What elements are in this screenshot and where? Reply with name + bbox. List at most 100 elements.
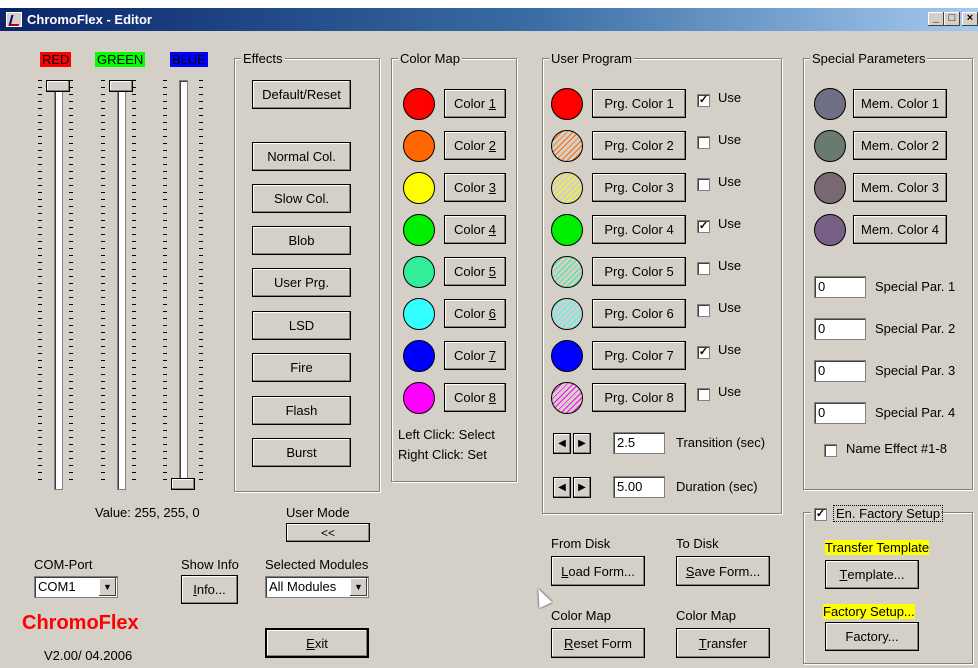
prg-color-button-8[interactable]: Prg. Color 8 xyxy=(592,383,686,412)
use-checkbox-3[interactable] xyxy=(697,178,710,191)
color-map-swatch[interactable] xyxy=(403,340,435,372)
prg-color-swatch[interactable] xyxy=(551,130,583,162)
reset-form-text: eset Form xyxy=(573,635,632,651)
burst-button[interactable]: Burst xyxy=(252,438,351,467)
lsd-button[interactable]: LSD xyxy=(252,311,351,340)
prg-color-button-6[interactable]: Prg. Color 6 xyxy=(592,299,686,328)
transfer-button[interactable]: Transfer xyxy=(676,628,770,658)
minimize-button[interactable]: _ xyxy=(928,12,944,26)
duration-increase-button[interactable]: ▶ xyxy=(573,477,591,498)
special-par-label: Special Par. 2 xyxy=(875,321,956,336)
use-checkbox-4[interactable]: ✓ xyxy=(697,220,710,233)
red-slider-thumb[interactable] xyxy=(46,80,70,92)
factory-button[interactable]: Factory... xyxy=(825,622,919,651)
color-map-button-4[interactable]: Color 4 xyxy=(444,215,506,244)
slow-col-button[interactable]: Slow Col. xyxy=(252,184,351,213)
color-map-button-6[interactable]: Color 6 xyxy=(444,299,506,328)
mem-color-button-3[interactable]: Mem. Color 3 xyxy=(853,173,947,202)
use-checkbox-8[interactable] xyxy=(697,388,710,401)
blue-slider-thumb[interactable] xyxy=(171,478,195,490)
mem-color-swatch[interactable] xyxy=(814,88,846,120)
special-par-input-3[interactable]: 0 xyxy=(814,360,866,382)
duration-input[interactable]: 5.00 xyxy=(613,476,665,498)
mem-color-swatch[interactable] xyxy=(814,130,846,162)
color-button-text: Color xyxy=(454,348,489,363)
color-map-button-7[interactable]: Color 7 xyxy=(444,341,506,370)
use-checkbox-2[interactable] xyxy=(697,136,710,149)
exit-button[interactable]: Exit xyxy=(265,628,369,658)
color-map-swatch[interactable] xyxy=(403,256,435,288)
transition-increase-button[interactable]: ▶ xyxy=(573,433,591,454)
mem-color-button-4[interactable]: Mem. Color 4 xyxy=(853,215,947,244)
color-map-swatch[interactable] xyxy=(403,382,435,414)
use-label: Use xyxy=(718,342,742,357)
user-mode-button[interactable]: << xyxy=(286,523,370,542)
com-port-select[interactable]: COM1 ▼ xyxy=(34,576,118,598)
color-map-swatch[interactable] xyxy=(403,88,435,120)
use-checkbox-7[interactable]: ✓ xyxy=(697,346,710,359)
use-checkbox-5[interactable] xyxy=(697,262,710,275)
save-form-button[interactable]: Save Form... xyxy=(676,556,770,586)
fire-button[interactable]: Fire xyxy=(252,353,351,382)
blob-button[interactable]: Blob xyxy=(252,226,351,255)
color-map-swatch[interactable] xyxy=(403,130,435,162)
maximize-button[interactable]: □ xyxy=(944,12,960,26)
green-slider-thumb[interactable] xyxy=(109,80,133,92)
factory-setup-checkbox[interactable]: ✓ xyxy=(814,508,827,521)
prg-color-button-3[interactable]: Prg. Color 3 xyxy=(592,173,686,202)
mem-color-swatch[interactable] xyxy=(814,172,846,204)
load-form-button[interactable]: Load Form... xyxy=(551,556,645,586)
color-map-button-8[interactable]: Color 8 xyxy=(444,383,506,412)
color-map-button-3[interactable]: Color 3 xyxy=(444,173,506,202)
template-button-accel: T xyxy=(839,567,848,582)
color-map-swatch[interactable] xyxy=(403,214,435,246)
color-map-button-5[interactable]: Color 5 xyxy=(444,257,506,286)
color-map-swatch[interactable] xyxy=(403,172,435,204)
prg-color-swatch[interactable] xyxy=(551,214,583,246)
user-prg-button[interactable]: User Prg. xyxy=(252,268,351,297)
mem-color-button-2[interactable]: Mem. Color 2 xyxy=(853,131,947,160)
modules-select[interactable]: All Modules ▼ xyxy=(265,576,369,598)
prg-color-swatch[interactable] xyxy=(551,298,583,330)
chevron-down-icon[interactable]: ▼ xyxy=(350,578,367,596)
reset-form-button[interactable]: Reset Form xyxy=(551,628,645,658)
prg-color-swatch[interactable] xyxy=(551,172,583,204)
use-checkbox-1[interactable]: ✓ xyxy=(697,94,710,107)
close-button[interactable]: × xyxy=(962,12,978,26)
prg-color-button-4[interactable]: Prg. Color 4 xyxy=(592,215,686,244)
prg-color-swatch[interactable] xyxy=(551,256,583,288)
prg-color-swatch[interactable] xyxy=(551,340,583,372)
color-button-accel: 8 xyxy=(488,390,496,405)
prg-color-button-1[interactable]: Prg. Color 1 xyxy=(592,89,686,118)
com-port-value: COM1 xyxy=(38,579,76,594)
info-button[interactable]: Info... xyxy=(181,575,238,604)
color-map-button-1[interactable]: Color 1 xyxy=(444,89,506,118)
prg-color-swatch[interactable] xyxy=(551,88,583,120)
special-par-input-2[interactable]: 0 xyxy=(814,318,866,340)
transition-decrease-button[interactable]: ◀ xyxy=(553,433,571,454)
value-readout: Value: 255, 255, 0 xyxy=(95,505,200,520)
use-label: Use xyxy=(718,216,742,231)
special-par-input-1[interactable]: 0 xyxy=(814,276,866,298)
normal-col-button[interactable]: Normal Col. xyxy=(252,142,351,171)
duration-decrease-button[interactable]: ◀ xyxy=(553,477,571,498)
template-button[interactable]: Template... xyxy=(825,560,919,589)
color-button-accel: 5 xyxy=(488,264,496,279)
prg-color-button-5[interactable]: Prg. Color 5 xyxy=(592,257,686,286)
title-bar: ChromoFlex - Editor _ □ × xyxy=(0,8,978,31)
transition-input[interactable]: 2.5 xyxy=(613,432,665,454)
name-effect-checkbox[interactable] xyxy=(824,444,837,457)
flash-button[interactable]: Flash xyxy=(252,396,351,425)
use-checkbox-6[interactable] xyxy=(697,304,710,317)
mem-color-button-1[interactable]: Mem. Color 1 xyxy=(853,89,947,118)
prg-color-swatch[interactable] xyxy=(551,382,583,414)
chevron-down-icon[interactable]: ▼ xyxy=(99,578,116,596)
prg-color-button-7[interactable]: Prg. Color 7 xyxy=(592,341,686,370)
color-map-button-2[interactable]: Color 2 xyxy=(444,131,506,160)
mem-color-swatch[interactable] xyxy=(814,214,846,246)
default-reset-button[interactable]: Default/Reset xyxy=(252,80,351,109)
color-map-swatch[interactable] xyxy=(403,298,435,330)
prg-color-button-2[interactable]: Prg. Color 2 xyxy=(592,131,686,160)
to-disk-label: To Disk xyxy=(676,536,719,551)
special-par-input-4[interactable]: 0 xyxy=(814,402,866,424)
